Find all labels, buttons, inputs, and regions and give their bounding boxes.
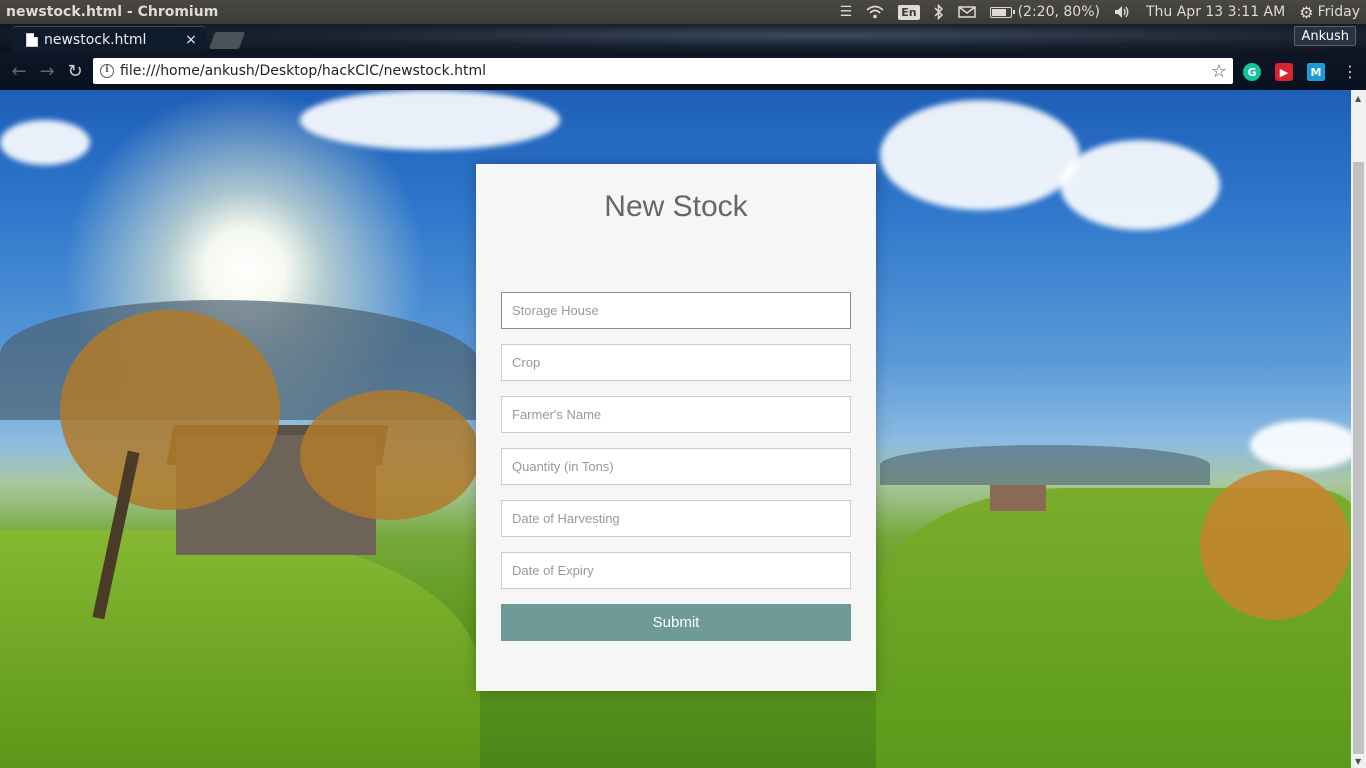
browser-toolbar: ← → ↻ i file:///home/ankush/Desktop/hack… <box>0 52 1366 90</box>
reload-button[interactable]: ↻ <box>62 58 88 84</box>
tab-newstock[interactable]: newstock.html × <box>12 26 206 52</box>
browser-tab-strip: newstock.html × Ankush <box>0 24 1366 52</box>
bluetooth-icon[interactable] <box>934 4 944 20</box>
forward-button[interactable]: → <box>34 58 60 84</box>
red-extension-icon[interactable]: ▶ <box>1275 63 1293 81</box>
scroll-down-arrow-icon[interactable]: ▼ <box>1355 757 1361 766</box>
address-bar[interactable]: i file:///home/ankush/Desktop/hackCIC/ne… <box>93 58 1233 84</box>
cloud <box>0 120 90 165</box>
battery-indicator[interactable]: (2:20, 80%) <box>989 4 1100 20</box>
session-menu[interactable]: ⚙ Friday <box>1299 3 1360 22</box>
cloud <box>1060 140 1220 230</box>
hill-left <box>0 530 480 768</box>
new-stock-form: New Stock Submit <box>476 164 876 691</box>
profile-button[interactable]: Ankush <box>1294 26 1356 46</box>
scroll-thumb[interactable] <box>1353 162 1364 754</box>
storage-house-input[interactable] <box>501 292 851 329</box>
autumn-tree <box>60 310 280 510</box>
page-info-icon[interactable]: i <box>100 64 114 78</box>
form-title: New Stock <box>604 190 748 223</box>
autumn-tree <box>300 390 480 520</box>
back-button[interactable]: ← <box>6 58 32 84</box>
harvest-date-input[interactable] <box>501 500 851 537</box>
clock[interactable]: Thu Apr 13 3:11 AM <box>1146 4 1285 20</box>
farmer-name-input[interactable] <box>501 396 851 433</box>
scroll-up-arrow-icon[interactable]: ▲ <box>1355 94 1361 103</box>
tab-title: newstock.html <box>44 31 147 48</box>
url-text[interactable]: file:///home/ankush/Desktop/hackCIC/news… <box>120 63 1211 79</box>
submit-button[interactable]: Submit <box>501 604 851 641</box>
new-tab-button[interactable] <box>208 32 246 49</box>
browser-menu-button[interactable]: ⋮ <box>1342 62 1358 81</box>
volume-icon[interactable] <box>1114 5 1132 19</box>
os-top-panel: newstock.html - Chromium ☰ En (2:20, 80%… <box>0 0 1366 24</box>
bookmark-star-icon[interactable]: ☆ <box>1211 61 1227 82</box>
window-title: newstock.html - Chromium <box>6 4 219 20</box>
battery-text: (2:20, 80%) <box>1017 4 1100 20</box>
page-favicon-icon <box>26 32 38 47</box>
tab-close-button[interactable]: × <box>182 32 200 48</box>
background-mountain-right <box>880 445 1210 485</box>
page-scrollbar[interactable]: ▲ ▼ <box>1351 90 1366 768</box>
m-extension-icon[interactable]: M <box>1307 63 1325 81</box>
session-user: Friday <box>1317 4 1360 20</box>
cloud <box>300 90 560 150</box>
system-indicators: ☰ En (2:20, 80%) Thu Apr 13 3:11 AM ⚙ Fr… <box>840 0 1360 24</box>
messaging-menu-icon[interactable]: ☰ <box>840 4 853 20</box>
mail-icon[interactable] <box>957 6 976 18</box>
distant-barn <box>990 485 1046 511</box>
battery-icon <box>989 6 1015 18</box>
cloud <box>880 100 1080 210</box>
gear-icon: ⚙ <box>1299 2 1314 22</box>
quantity-input[interactable] <box>501 448 851 485</box>
grammarly-extension-icon[interactable]: G <box>1243 63 1261 81</box>
cloud <box>1250 420 1351 470</box>
keyboard-language-indicator[interactable]: En <box>898 4 920 20</box>
autumn-tree <box>1200 470 1350 620</box>
expiry-date-input[interactable] <box>501 552 851 589</box>
wifi-icon[interactable] <box>866 5 884 19</box>
crop-input[interactable] <box>501 344 851 381</box>
